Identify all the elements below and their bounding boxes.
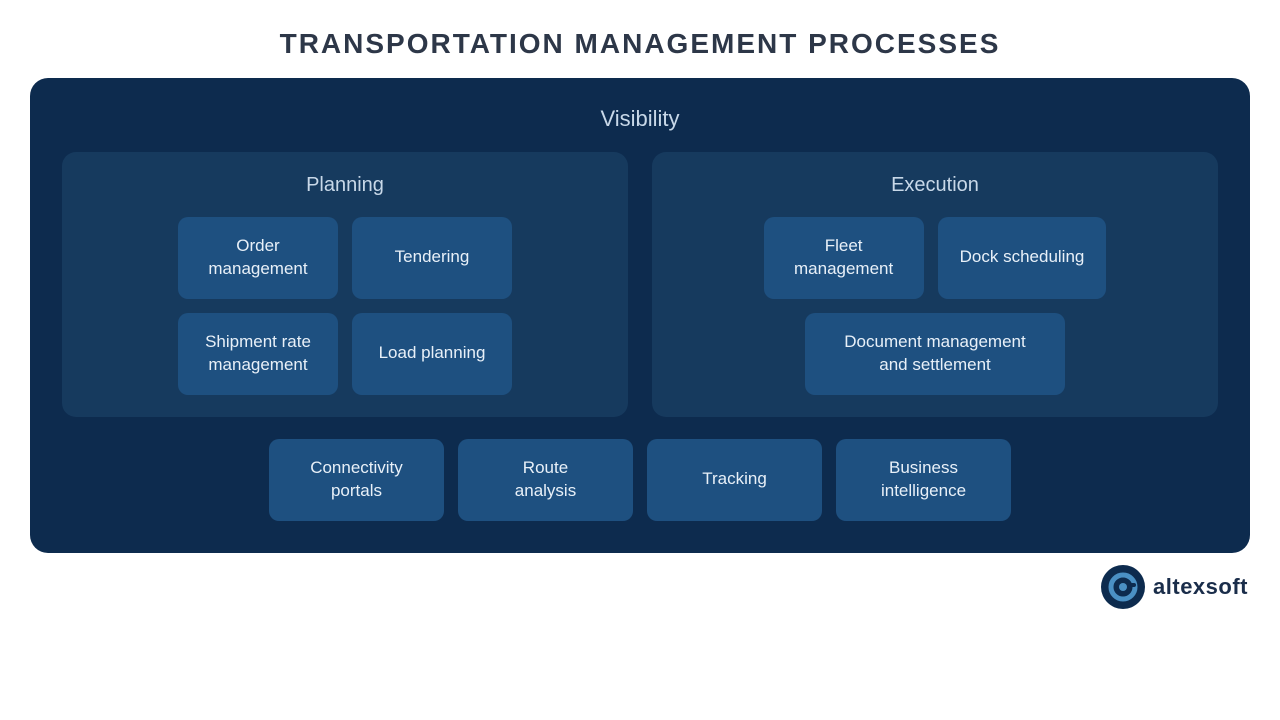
logo-text: altexsoft [1153,574,1248,600]
planning-label: Planning [84,174,606,197]
bottom-row: Connectivityportals Routeanalysis Tracki… [62,439,1218,521]
page-title: TRANSPORTATION MANAGEMENT PROCESSES [280,28,1001,60]
execution-label: Execution [674,174,1196,197]
tile-tendering: Tendering [352,217,512,299]
execution-row-2: Document managementand settlement [674,313,1196,395]
top-row: Planning Ordermanagement Tendering Shipm… [62,152,1218,417]
footer: altexsoft [0,553,1280,609]
tile-dock-scheduling: Dock scheduling [938,217,1107,299]
tile-tracking: Tracking [647,439,822,521]
tile-load-planning: Load planning [352,313,512,395]
tile-business-intelligence: Businessintelligence [836,439,1011,521]
execution-section: Execution Fleetmanagement Dock schedulin… [652,152,1218,417]
planning-section: Planning Ordermanagement Tendering Shipm… [62,152,628,417]
tile-connectivity-portals: Connectivityportals [269,439,444,521]
visibility-label: Visibility [600,106,679,132]
tile-shipment-rate-management: Shipment ratemanagement [178,313,338,395]
execution-row-1: Fleetmanagement Dock scheduling [674,217,1196,299]
planning-row-2: Shipment ratemanagement Load planning [84,313,606,395]
altexsoft-logo-icon [1101,565,1145,609]
tile-document-management: Document managementand settlement [805,313,1065,395]
tile-fleet-management: Fleetmanagement [764,217,924,299]
tile-route-analysis: Routeanalysis [458,439,633,521]
logo-area: altexsoft [1101,565,1248,609]
main-container: Visibility Planning Ordermanagement Tend… [30,78,1250,553]
tile-order-management: Ordermanagement [178,217,338,299]
planning-row-1: Ordermanagement Tendering [84,217,606,299]
